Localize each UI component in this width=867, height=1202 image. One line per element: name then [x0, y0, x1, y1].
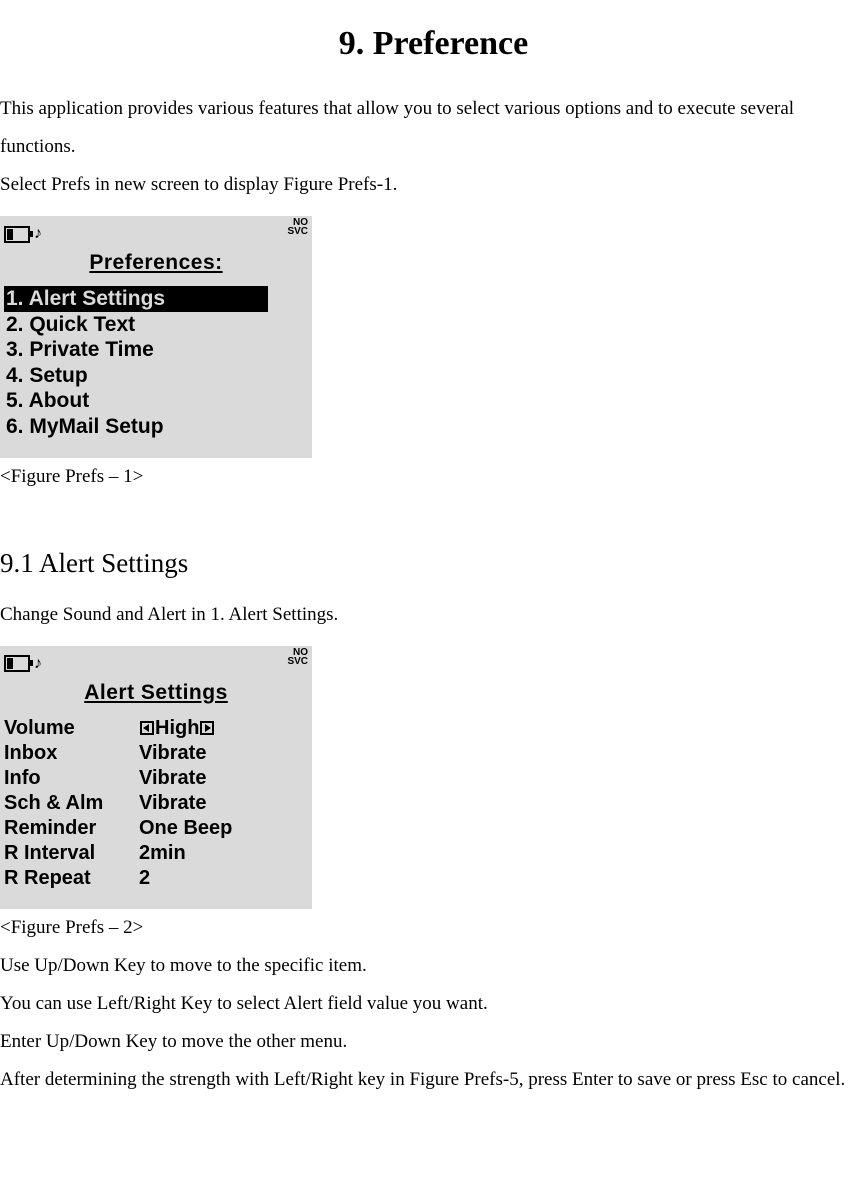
alert-settings-list: Volume High Inbox Vibrate Info Vibrate S… — [0, 716, 312, 891]
figure-caption-1: <Figure Prefs – 1> — [0, 458, 867, 496]
instruction-2: You can use Left/Right Key to select Ale… — [0, 985, 867, 1023]
label-inbox: Inbox — [4, 741, 139, 766]
figure-prefs-1: ♪ NOSVC Preferences: 1. Alert Settings 2… — [0, 216, 312, 458]
intro-paragraph-2: Select Prefs in new screen to display Fi… — [0, 166, 867, 204]
menu-item-private-time[interactable]: 3. Private Time — [4, 337, 312, 363]
row-r-repeat[interactable]: R Repeat 2 — [4, 866, 312, 891]
row-info[interactable]: Info Vibrate — [4, 766, 312, 791]
menu-item-about[interactable]: 5. About — [4, 388, 312, 414]
value-volume: High — [155, 716, 199, 741]
section-heading-alert-settings: 9.1 Alert Settings — [0, 536, 867, 590]
battery-icon — [4, 226, 30, 243]
intro-paragraph-1: This application provides various featur… — [0, 90, 867, 166]
value-sch-alm: Vibrate — [139, 791, 206, 816]
value-r-interval: 2min — [139, 841, 186, 866]
row-inbox[interactable]: Inbox Vibrate — [4, 741, 312, 766]
row-r-interval[interactable]: R Interval 2min — [4, 841, 312, 866]
label-info: Info — [4, 766, 139, 791]
sound-icon: ♪ — [34, 218, 42, 250]
menu-item-alert-settings[interactable]: 1. Alert Settings — [4, 286, 268, 312]
value-reminder: One Beep — [139, 816, 232, 841]
no-service-indicator: NOSVC — [287, 218, 308, 236]
battery-icon — [4, 655, 30, 672]
menu-item-quick-text[interactable]: 2. Quick Text — [4, 312, 312, 338]
row-reminder[interactable]: Reminder One Beep — [4, 816, 312, 841]
figure-prefs-2: ♪ NOSVC Alert Settings Volume High Inbox… — [0, 646, 312, 909]
label-volume: Volume — [4, 716, 139, 741]
value-inbox: Vibrate — [139, 741, 206, 766]
page-title: 9. Preference — [0, 10, 867, 78]
screen-title: Preferences: — [0, 242, 312, 284]
arrow-left-icon[interactable] — [140, 721, 154, 735]
instruction-1: Use Up/Down Key to move to the specific … — [0, 947, 867, 985]
label-reminder: Reminder — [4, 816, 139, 841]
status-bar: ♪ NOSVC — [0, 218, 312, 240]
screen-title: Alert Settings — [0, 672, 312, 714]
section-intro: Change Sound and Alert in 1. Alert Setti… — [0, 596, 867, 634]
instruction-3: Enter Up/Down Key to move the other menu… — [0, 1023, 867, 1061]
figure-caption-2: <Figure Prefs – 2> — [0, 909, 867, 947]
value-info: Vibrate — [139, 766, 206, 791]
label-r-repeat: R Repeat — [4, 866, 139, 891]
label-r-interval: R Interval — [4, 841, 139, 866]
no-service-indicator: NOSVC — [287, 648, 308, 666]
label-sch-alm: Sch & Alm — [4, 791, 139, 816]
status-bar: ♪ NOSVC — [0, 648, 312, 670]
preferences-menu: 1. Alert Settings 2. Quick Text 3. Priva… — [0, 286, 312, 440]
row-sch-alm[interactable]: Sch & Alm Vibrate — [4, 791, 312, 816]
menu-item-setup[interactable]: 4. Setup — [4, 363, 312, 389]
sound-icon: ♪ — [34, 648, 42, 680]
menu-item-mymail-setup[interactable]: 6. MyMail Setup — [4, 414, 312, 440]
arrow-right-icon[interactable] — [200, 721, 214, 735]
instruction-4: After determining the strength with Left… — [0, 1061, 867, 1099]
row-volume[interactable]: Volume High — [4, 716, 312, 741]
value-r-repeat: 2 — [139, 866, 150, 891]
